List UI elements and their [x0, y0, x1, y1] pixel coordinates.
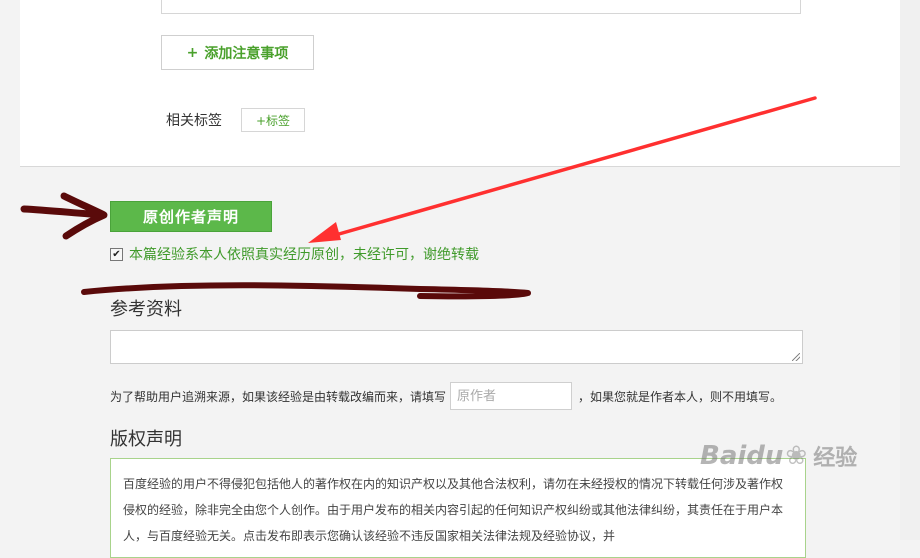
top-panel	[20, 0, 900, 167]
tags-label: 相关标签	[166, 113, 222, 129]
top-text-field[interactable]	[161, 0, 801, 14]
resize-grip-icon[interactable]	[792, 353, 800, 361]
plus-icon: +	[186, 44, 199, 61]
original-declaration-button[interactable]: 原创作者声明	[110, 201, 272, 232]
author-help-line: 为了帮助用户追溯来源，如果该经验是由转载改编而来，请填写 ，如果您就是作者本人，…	[110, 382, 782, 410]
original-author-input[interactable]	[450, 382, 573, 410]
references-title: 参考资料	[110, 299, 182, 320]
page-right-edge	[900, 0, 920, 540]
copyright-text: 百度经验的用户不得侵犯包括他人的著作权在内的知识产权以及其他合法权利，请勿在未经…	[123, 477, 784, 543]
declaration-text: 本篇经验系本人依照真实经历原创，未经许可，谢绝转载	[129, 247, 479, 263]
help-text-after: ，如果您就是作者本人，则不用填写。	[578, 389, 783, 404]
declaration-checkbox[interactable]: ✔	[110, 247, 123, 261]
references-textarea[interactable]	[110, 330, 803, 364]
add-note-label: 添加注意事项	[204, 45, 289, 62]
copyright-title: 版权声明	[110, 429, 182, 450]
help-text-before: 为了帮助用户追溯来源，如果该经验是由转载改编而来，请填写	[110, 389, 447, 404]
red-arrow-head-icon	[308, 222, 341, 243]
watermark-cn: 经验	[813, 446, 858, 471]
copyright-notice: 百度经验的用户不得侵犯包括他人的著作权在内的知识产权以及其他合法权利，请勿在未经…	[110, 458, 806, 558]
add-tag-button[interactable]: +标签	[241, 108, 305, 132]
dark-hand-arrow	[20, 192, 108, 240]
add-note-button[interactable]: + 添加注意事项	[161, 35, 314, 70]
declaration-row: ✔ 本篇经验系本人依照真实经历原创，未经许可，谢绝转载	[110, 244, 479, 264]
